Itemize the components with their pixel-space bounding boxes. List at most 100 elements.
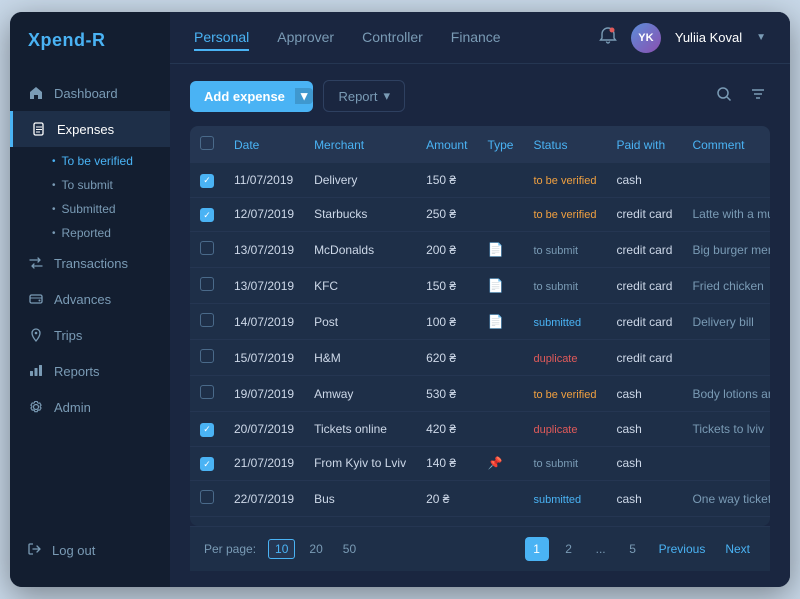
col-comment[interactable]: Comment: [682, 126, 770, 163]
tab-personal[interactable]: Personal: [194, 25, 249, 51]
document-icon: 📄: [487, 278, 503, 293]
row-date: 12/07/2019: [224, 197, 304, 232]
col-status[interactable]: Status: [523, 126, 606, 163]
row-comment: One way ticket: [682, 481, 770, 517]
filter-icon[interactable]: [746, 82, 770, 111]
table-row: 19/07/2019Amway530 ₴to be verifiedcashBo…: [190, 376, 770, 412]
row-date: 14/07/2019: [224, 304, 304, 340]
notification-bell-icon[interactable]: [599, 26, 617, 49]
row-comment: [682, 340, 770, 376]
row-type: [477, 481, 523, 517]
row-type: [477, 376, 523, 412]
sidebar-item-dashboard[interactable]: Dashboard: [10, 75, 170, 111]
row-paid-with: cash: [606, 481, 682, 517]
page-5[interactable]: 5: [621, 537, 645, 561]
sidebar-label-advances: Advances: [54, 292, 111, 307]
row-checkbox[interactable]: [200, 349, 214, 363]
sidebar-item-admin[interactable]: Admin: [10, 389, 170, 425]
col-amount[interactable]: Amount: [416, 126, 477, 163]
row-merchant: KFC: [304, 268, 416, 304]
sidebar-label-expenses: Expenses: [57, 122, 114, 137]
sidebar-label-reports: Reports: [54, 364, 100, 379]
file-icon: [31, 121, 47, 137]
row-type: 📄: [477, 232, 523, 268]
col-paid-with[interactable]: Paid with: [606, 126, 682, 163]
row-date: 22/07/2019: [224, 481, 304, 517]
col-merchant[interactable]: Merchant: [304, 126, 416, 163]
row-type: [477, 340, 523, 376]
row-amount: 420 ₴: [416, 412, 477, 447]
row-status: to be verified: [523, 163, 606, 197]
tab-controller[interactable]: Controller: [362, 25, 423, 51]
row-checkbox[interactable]: [200, 490, 214, 504]
search-icon[interactable]: [712, 82, 736, 111]
table-row: ✓11/07/2019Delivery150 ₴to be verifiedca…: [190, 163, 770, 197]
add-expense-caret[interactable]: ▾: [295, 88, 314, 104]
tab-approver[interactable]: Approver: [277, 25, 334, 51]
row-comment: Fried chicken: [682, 268, 770, 304]
col-type[interactable]: Type: [477, 126, 523, 163]
row-paid-with: credit card: [606, 340, 682, 376]
page-1[interactable]: 1: [525, 537, 549, 561]
per-page-50[interactable]: 50: [337, 540, 362, 558]
next-page-button[interactable]: Next: [719, 542, 756, 556]
row-merchant: Amway: [304, 376, 416, 412]
table-row: 13/07/2019McDonalds200 ₴📄to submitcredit…: [190, 232, 770, 268]
row-status: submitted: [523, 481, 606, 517]
per-page-20[interactable]: 20: [303, 540, 328, 558]
submenu-reported[interactable]: Reported: [52, 221, 170, 245]
report-caret-icon: ▾: [383, 88, 390, 104]
logout-label: Log out: [52, 543, 95, 558]
logout-button[interactable]: Log out: [10, 532, 170, 569]
row-amount: 150 ₴: [416, 163, 477, 197]
row-status: to submit: [523, 232, 606, 268]
chevron-down-icon[interactable]: ▼: [756, 32, 766, 43]
row-status: to be verified: [523, 197, 606, 232]
select-all-checkbox[interactable]: [200, 136, 214, 150]
row-paid-with: credit card: [606, 232, 682, 268]
table-row: 15/07/2019H&M620 ₴duplicatecredit card: [190, 340, 770, 376]
submenu-submitted[interactable]: Submitted: [52, 197, 170, 221]
row-comment: [682, 163, 770, 197]
per-page-10[interactable]: 10: [268, 539, 295, 559]
logout-icon: [28, 542, 42, 559]
row-status: to be verified: [523, 376, 606, 412]
sidebar-item-expenses[interactable]: Expenses: [10, 111, 170, 147]
row-amount: 20 ₴: [416, 481, 477, 517]
prev-page-button[interactable]: Previous: [653, 542, 712, 556]
report-button[interactable]: Report ▾: [323, 80, 405, 112]
row-type: 📌: [477, 446, 523, 481]
wallet-icon: [28, 291, 44, 307]
user-avatar[interactable]: YK: [631, 23, 661, 53]
tab-finance[interactable]: Finance: [451, 25, 501, 51]
row-comment: Delivery bill: [682, 304, 770, 340]
sidebar-item-transactions[interactable]: Transactions: [10, 245, 170, 281]
row-merchant: Tickets online: [304, 412, 416, 447]
report-label: Report: [338, 89, 377, 104]
row-checkbox[interactable]: [200, 241, 214, 255]
row-paid-with: cash: [606, 376, 682, 412]
row-checkbox[interactable]: [200, 385, 214, 399]
row-checkbox[interactable]: ✓: [200, 457, 214, 471]
location-pin-icon: 📌: [487, 456, 502, 470]
row-merchant: From Kyiv to Lviv: [304, 446, 416, 481]
row-merchant: Post: [304, 304, 416, 340]
submenu-to-verify[interactable]: To be verified: [52, 149, 170, 173]
sidebar-item-trips[interactable]: Trips: [10, 317, 170, 353]
col-date[interactable]: Date: [224, 126, 304, 163]
sidebar-item-reports[interactable]: Reports: [10, 353, 170, 389]
table-row: 14/07/2019Post100 ₴📄submittedcredit card…: [190, 304, 770, 340]
add-expense-button[interactable]: Add expense ▾: [190, 81, 313, 112]
page-2[interactable]: 2: [557, 537, 581, 561]
row-checkbox[interactable]: [200, 277, 214, 291]
sidebar-item-advances[interactable]: Advances: [10, 281, 170, 317]
row-amount: 620 ₴: [416, 340, 477, 376]
row-comment: [682, 446, 770, 481]
row-checkbox[interactable]: ✓: [200, 423, 214, 437]
row-checkbox[interactable]: ✓: [200, 208, 214, 222]
row-checkbox[interactable]: [200, 313, 214, 327]
row-date: 21/07/2019: [224, 446, 304, 481]
row-checkbox[interactable]: ✓: [200, 174, 214, 188]
submenu-to-submit[interactable]: To submit: [52, 173, 170, 197]
header: Personal Approver Controller Finance YK …: [170, 12, 790, 64]
